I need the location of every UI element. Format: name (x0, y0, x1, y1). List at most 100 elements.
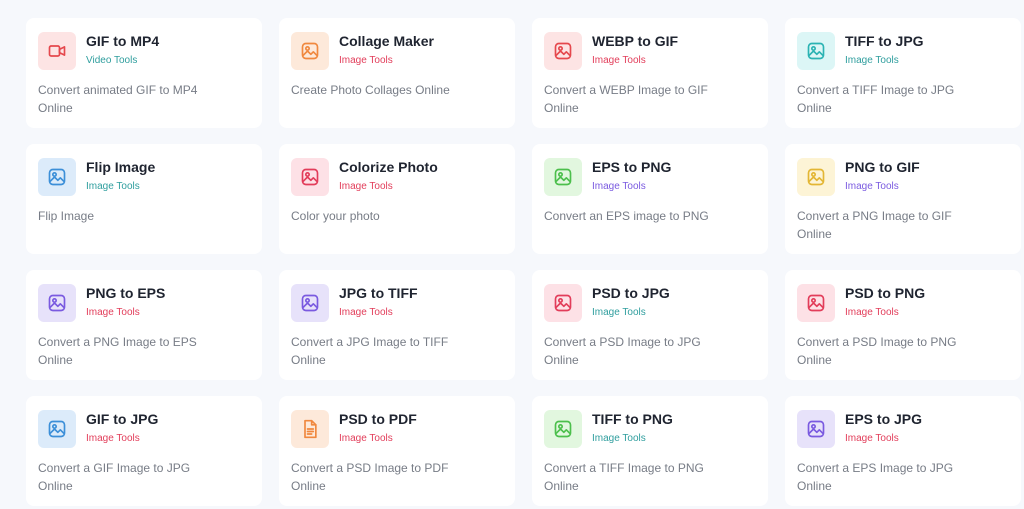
tool-description: Convert a JPG Image to TIFF Online (291, 335, 449, 367)
card-header: TIFF to JPG Image Tools (797, 32, 1009, 70)
tool-description: Convert a EPS Image to JPG Online (797, 461, 954, 493)
tool-card[interactable]: PNG to GIF Image Tools Convert a PNG Image… (785, 144, 1021, 254)
image-icon (544, 284, 582, 322)
card-titles: Collage Maker Image Tools (339, 32, 434, 67)
image-icon (797, 158, 835, 196)
card-header: PNG to EPS Image Tools (38, 284, 250, 322)
card-header: WEBP to GIF Image Tools (544, 32, 756, 70)
card-titles: TIFF to JPG Image Tools (845, 32, 924, 67)
tool-category: Image Tools (86, 433, 140, 444)
tool-card[interactable]: Collage Maker Image Tools Create Photo Col… (279, 18, 515, 128)
tool-card[interactable]: PSD to PNG Image Tools Convert a PSD Image… (785, 270, 1021, 380)
tool-category: Image Tools (592, 433, 646, 444)
tool-description: Convert a WEBP Image to GIF Online (544, 83, 708, 115)
tool-card[interactable]: EPS to JPG Image Tools Convert a EPS Image… (785, 396, 1021, 506)
tool-category: Image Tools (339, 181, 393, 192)
video-camera-icon (38, 32, 76, 70)
image-icon (544, 32, 582, 70)
card-header: GIF to MP4 Video Tools (38, 32, 250, 70)
tool-description: Convert a GIF Image to JPG Online (38, 461, 191, 493)
image-icon (291, 158, 329, 196)
tool-title: TIFF to JPG (845, 33, 924, 49)
tool-title: PSD to PNG (845, 285, 926, 301)
card-titles: GIF to MP4 Video Tools (86, 32, 159, 67)
card-header: PSD to JPG Image Tools (544, 284, 756, 322)
tool-card[interactable]: Colorize Photo Image Tools Color your phot… (279, 144, 515, 254)
image-icon (291, 284, 329, 322)
card-header: EPS to JPG Image Tools (797, 410, 1009, 448)
card-titles: WEBP to GIF Image Tools (592, 32, 678, 67)
tool-title: Colorize Photo (339, 159, 438, 175)
tool-title: PNG to EPS (86, 285, 166, 301)
tool-category: Image Tools (592, 55, 646, 66)
tool-category: Video Tools (86, 55, 138, 66)
tool-category: Image Tools (86, 181, 140, 192)
tool-title: GIF to JPG (86, 411, 159, 427)
card-header: JPG to TIFF Image Tools (291, 284, 503, 322)
tool-card[interactable]: GIF to JPG Image Tools Convert a GIF Image… (26, 396, 262, 506)
card-header: PSD to PDF Image Tools (291, 410, 503, 448)
card-titles: JPG to TIFF Image Tools (339, 284, 418, 319)
card-header: Flip Image Image Tools (38, 158, 250, 196)
tool-category: Image Tools (339, 307, 393, 318)
card-titles: PSD to PDF Image Tools (339, 410, 417, 445)
card-header: PSD to PNG Image Tools (797, 284, 1009, 322)
tool-description: Convert an EPS image to PNG (544, 209, 709, 223)
card-titles: PSD to JPG Image Tools (592, 284, 670, 319)
tool-category: Image Tools (845, 307, 899, 318)
tool-card[interactable]: TIFF to PNG Image Tools Convert a TIFF Ima… (532, 396, 768, 506)
tool-description: Convert a PSD Image to PDF Online (291, 461, 449, 493)
tool-category: Image Tools (845, 433, 899, 444)
tool-card[interactable]: JPG to TIFF Image Tools Convert a JPG Imag… (279, 270, 515, 380)
card-titles: PNG to GIF Image Tools (845, 158, 920, 193)
tool-title: PSD to PDF (339, 411, 417, 427)
tool-description: Convert a TIFF Image to JPG Online (797, 83, 955, 115)
tool-description: Convert animated GIF to MP4 Online (38, 83, 198, 115)
card-header: PNG to GIF Image Tools (797, 158, 1009, 196)
card-header: EPS to PNG Image Tools (544, 158, 756, 196)
tool-card[interactable]: EPS to PNG Image Tools Convert an EPS imag… (532, 144, 768, 254)
tool-description: Convert a PSD Image to JPG Online (544, 335, 701, 367)
tool-card[interactable]: PSD to PDF Image Tools Convert a PSD Image… (279, 396, 515, 506)
tool-title: GIF to MP4 (86, 33, 160, 49)
tool-title: Flip Image (86, 159, 156, 175)
tool-category: Image Tools (339, 55, 393, 66)
tool-description: Color your photo (291, 209, 380, 223)
tools-grid: GIF to MP4 Video Tools Convert animated GI… (26, 0, 1021, 506)
tool-description: Convert a PSD Image to PNG Online (797, 335, 957, 367)
image-icon (544, 158, 582, 196)
card-header: GIF to JPG Image Tools (38, 410, 250, 448)
image-icon (291, 32, 329, 70)
tool-description: Convert a TIFF Image to PNG Online (544, 461, 704, 493)
tool-card[interactable]: GIF to MP4 Video Tools Convert animated GI… (26, 18, 262, 128)
tool-title: EPS to PNG (592, 159, 672, 175)
tool-card[interactable]: PSD to JPG Image Tools Convert a PSD Image… (532, 270, 768, 380)
card-titles: TIFF to PNG Image Tools (592, 410, 673, 445)
card-titles: Colorize Photo Image Tools (339, 158, 438, 193)
tool-category: Image Tools (845, 181, 899, 192)
tool-card[interactable]: TIFF to JPG Image Tools Convert a TIFF Ima… (785, 18, 1021, 128)
tool-description: Convert a PNG Image to GIF Online (797, 209, 952, 241)
image-icon (797, 284, 835, 322)
card-titles: Flip Image Image Tools (86, 158, 155, 193)
image-icon (38, 410, 76, 448)
card-titles: EPS to JPG Image Tools (845, 410, 922, 445)
image-icon (38, 284, 76, 322)
image-icon (797, 410, 835, 448)
tool-card[interactable]: PNG to EPS Image Tools Convert a PNG Image… (26, 270, 262, 380)
card-header: Collage Maker Image Tools (291, 32, 503, 70)
tool-title: PSD to JPG (592, 285, 670, 301)
card-header: Colorize Photo Image Tools (291, 158, 503, 196)
tool-title: EPS to JPG (845, 411, 923, 427)
tool-card[interactable]: Flip Image Image Tools Flip Image (26, 144, 262, 254)
tool-category: Image Tools (592, 181, 646, 192)
tool-category: Image Tools (592, 307, 646, 318)
tool-description: Create Photo Collages Online (291, 83, 450, 97)
card-titles: GIF to JPG Image Tools (86, 410, 158, 445)
tool-description: Convert a PNG Image to EPS Online (38, 335, 197, 367)
tool-description: Flip Image (38, 209, 95, 223)
tool-card[interactable]: WEBP to GIF Image Tools Convert a WEBP Ima… (532, 18, 768, 128)
tool-category: Image Tools (845, 55, 899, 66)
tool-category: Image Tools (86, 307, 140, 318)
image-icon (544, 410, 582, 448)
